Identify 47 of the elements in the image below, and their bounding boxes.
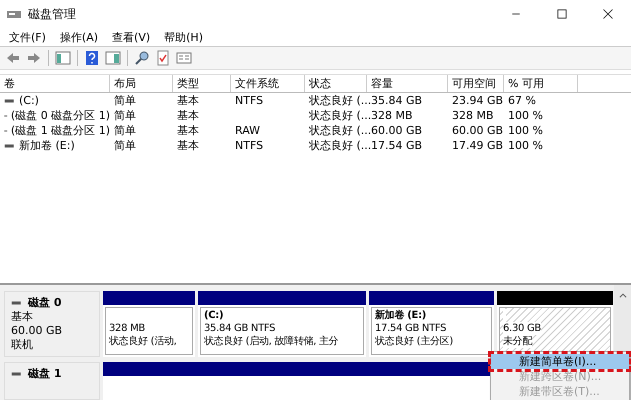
table-cell: 基本 — [177, 123, 199, 138]
partition-size: 35.84 GB NTFS — [204, 322, 276, 335]
volume-name: (C:) — [19, 94, 39, 107]
table-cell: 17.54 GB — [371, 139, 422, 152]
table-cell: 基本 — [177, 108, 199, 123]
table-cell: 100 % — [508, 139, 543, 152]
table-cell: NTFS — [235, 94, 264, 107]
partition-status: 状态良好 (启动, 故障转储, 主分 — [204, 335, 338, 348]
table-cell: 状态良好 (... — [309, 138, 372, 153]
volume-name: 新加卷 (E:) — [19, 138, 75, 153]
disk-name: 磁盘 0 — [28, 296, 62, 310]
table-cell: 基本 — [177, 93, 199, 108]
partition-label: 新加卷 (E:) — [375, 309, 426, 322]
table-cell: 简单 — [114, 108, 136, 123]
partition-size: 17.54 GB NTFS — [375, 322, 446, 335]
table-cell: 状态良好 (... — [309, 123, 372, 138]
table-cell: 状态良好 (... — [309, 108, 372, 123]
table-cell: 328 MB — [371, 109, 413, 122]
table-cell: 23.94 GB — [452, 94, 504, 107]
table-cell: 状态良好 (... — [309, 93, 372, 108]
volume-name: (磁盘 1 磁盘分区 1) — [10, 123, 110, 138]
table-cell: RAW — [235, 124, 260, 137]
disk-type: 基本 — [11, 310, 34, 324]
table-cell: 328 MB — [452, 109, 494, 122]
partition-size: 328 MB — [109, 322, 145, 335]
table-cell: 100 % — [508, 109, 543, 122]
partition-status: 未分配 — [503, 335, 532, 348]
disk-size: 60.00 GB — [11, 324, 64, 338]
partition-status: 状态良好 (活动, — [109, 335, 177, 348]
table-cell: 17.49 GB — [452, 139, 504, 152]
disk-status: 联机 — [11, 338, 34, 352]
table-cell: 67 % — [508, 94, 536, 107]
table-cell: 60.00 GB — [371, 124, 422, 137]
disk-name: 磁盘 1 — [28, 367, 62, 381]
volume-name: (磁盘 0 磁盘分区 1) — [10, 108, 110, 123]
partition-label: (C:) — [204, 309, 224, 322]
table-cell: 60.00 GB — [452, 124, 504, 137]
table-cell: 35.84 GB — [371, 94, 422, 107]
table-cell: 简单 — [114, 123, 136, 138]
window-title: 磁盘管理 — [28, 6, 76, 22]
table-cell: NTFS — [235, 139, 264, 152]
table-cell: 简单 — [114, 93, 136, 108]
table-cell: 基本 — [177, 138, 199, 153]
table-cell: 100 % — [508, 124, 543, 137]
partition-size: 6.30 GB — [503, 322, 541, 335]
partition-status: 状态良好 (主分区) — [375, 335, 453, 348]
table-cell: 简单 — [114, 138, 136, 153]
